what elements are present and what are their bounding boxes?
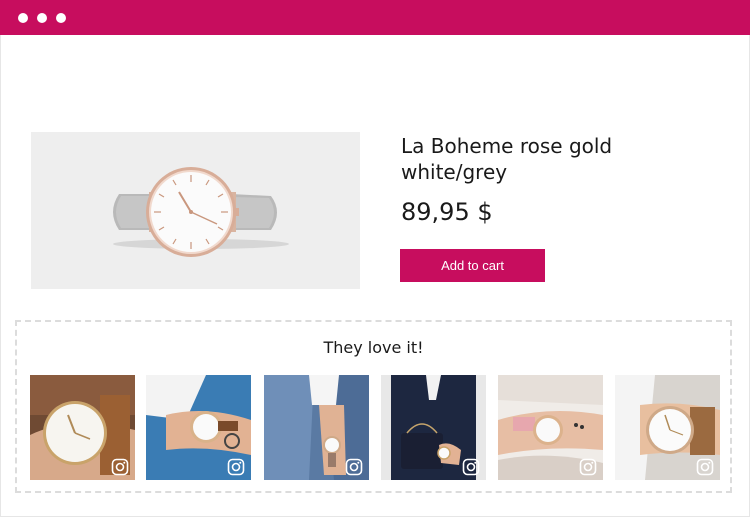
ugc-photo[interactable] [615, 375, 720, 480]
product-title: La Boheme rose gold white/grey [401, 134, 613, 184]
window-control-dot[interactable] [37, 13, 47, 23]
ugc-photo[interactable] [498, 375, 603, 480]
instagram-icon [345, 458, 363, 476]
window-control-dot[interactable] [56, 13, 66, 23]
add-to-cart-button[interactable]: Add to cart [400, 249, 545, 282]
instagram-icon [227, 458, 245, 476]
ugc-photo[interactable] [264, 375, 369, 480]
instagram-icon [462, 458, 480, 476]
ugc-photo[interactable] [146, 375, 251, 480]
product-image[interactable] [31, 132, 360, 289]
ugc-gallery-widget: They love it! [15, 320, 732, 493]
ugc-heading: They love it! [323, 338, 424, 357]
product-price: 89,95 $ [401, 198, 493, 226]
instagram-icon [696, 458, 714, 476]
ugc-photo[interactable] [381, 375, 486, 480]
instagram-icon [111, 458, 129, 476]
window-titlebar [0, 0, 750, 35]
instagram-icon [579, 458, 597, 476]
window-control-dot[interactable] [18, 13, 28, 23]
watch-icon [113, 167, 289, 257]
ugc-photo[interactable] [30, 375, 135, 480]
